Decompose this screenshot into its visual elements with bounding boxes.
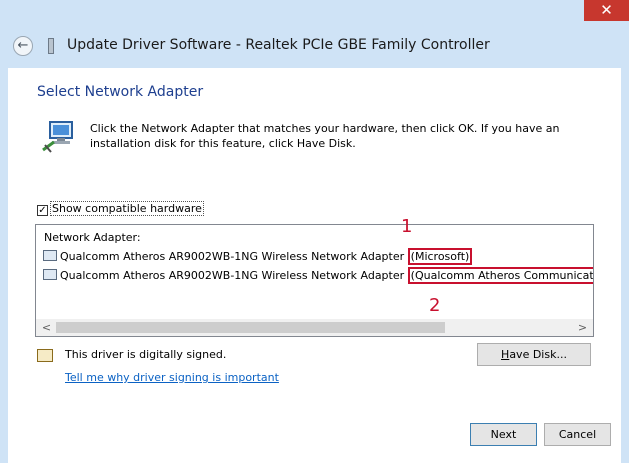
scroll-track[interactable] [56, 322, 574, 333]
adapter-item-icon [43, 250, 57, 261]
driver-signing-link[interactable]: Tell me why driver signing is important [65, 371, 279, 384]
show-compatible-row[interactable]: ✓ Show compatible hardware [37, 201, 204, 218]
list-item[interactable]: Qualcomm Atheros AR9002WB-1NG Wireless N… [43, 248, 473, 265]
have-disk-button[interactable]: Have Disk... [477, 343, 591, 366]
adapter-item-icon [43, 269, 57, 280]
next-button[interactable]: Next [470, 423, 537, 446]
show-compatible-checkbox[interactable]: ✓ [37, 205, 48, 216]
have-disk-label: ave Disk... [509, 348, 567, 361]
network-adapter-icon [42, 121, 73, 153]
signed-status: This driver is digitally signed. [65, 348, 227, 361]
back-button[interactable]: ← [13, 36, 33, 56]
certificate-icon [37, 349, 53, 362]
titlebar: ← Update Driver Software - Realtek PCIe … [0, 24, 629, 68]
instruction-text: Click the Network Adapter that matches y… [90, 122, 560, 150]
horizontal-scrollbar[interactable]: < > [36, 319, 593, 336]
page-heading: Select Network Adapter [37, 84, 204, 100]
adapter-name: Qualcomm Atheros AR9002WB-1NG Wireless N… [60, 250, 405, 263]
scroll-right-button[interactable]: > [574, 319, 591, 336]
network-adapter-list[interactable]: Network Adapter: Qualcomm Atheros AR9002… [35, 224, 594, 337]
adapter-name: Qualcomm Atheros AR9002WB-1NG Wireless N… [60, 269, 405, 282]
device-icon [48, 38, 54, 54]
list-header: Network Adapter: [44, 231, 141, 244]
cancel-button[interactable]: Cancel [544, 423, 611, 446]
annotation-2: 2 [429, 295, 441, 316]
close-button[interactable]: ✕ [584, 0, 629, 21]
provider-highlight: (Qualcomm Atheros Communications [407, 267, 593, 284]
close-icon: ✕ [600, 1, 613, 19]
dialog-content: Select Network Adapter Click the Network… [8, 68, 621, 463]
back-arrow-icon: ← [17, 38, 29, 53]
scroll-left-button[interactable]: < [38, 319, 55, 336]
scroll-thumb[interactable] [56, 322, 445, 333]
window-title: Update Driver Software - Realtek PCIe GB… [67, 37, 490, 53]
list-item[interactable]: Qualcomm Atheros AR9002WB-1NG Wireless N… [43, 267, 593, 284]
show-compatible-label[interactable]: Show compatible hardware [50, 201, 204, 216]
provider-highlight: (Microsoft) [407, 248, 473, 265]
annotation-1: 1 [401, 216, 413, 237]
